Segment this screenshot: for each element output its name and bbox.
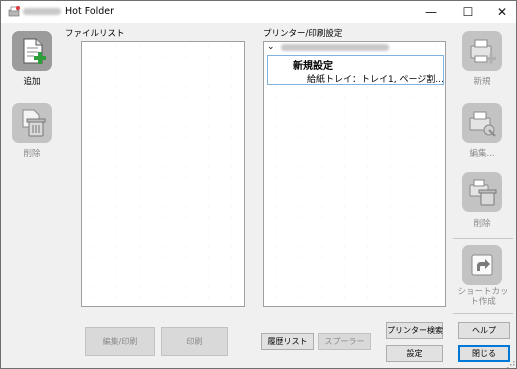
delete-printer-icon: [469, 179, 497, 206]
new-setting-label: 新規: [473, 77, 491, 87]
app-printer-icon: [8, 6, 20, 17]
right-toolbar-divider: [453, 238, 513, 239]
edit-setting-label: 編集...: [469, 149, 495, 159]
printer-settings-label: プリンター/印刷設定: [263, 29, 343, 39]
file-list-grid: [82, 42, 244, 306]
add-button[interactable]: [12, 31, 52, 71]
add-label: 追加: [23, 77, 41, 87]
help-button[interactable]: ヘルプ: [458, 322, 510, 339]
delete-file-label: 削除: [23, 149, 41, 159]
printer-name-blurred: [281, 44, 389, 51]
new-setting-button[interactable]: [462, 31, 502, 71]
file-list-box[interactable]: [81, 41, 245, 307]
create-shortcut-button[interactable]: [462, 245, 502, 285]
delete-file-button[interactable]: [12, 103, 52, 143]
app-name-blurred: [23, 8, 61, 15]
close-button[interactable]: 閉じる: [458, 345, 510, 362]
new-setting-detail: 給紙トレイ：トレイ1, ページ割...: [307, 75, 444, 85]
print-button[interactable]: 印刷: [161, 327, 228, 356]
resize-grip-icon[interactable]: [507, 359, 516, 368]
settings-button[interactable]: 設定: [386, 345, 443, 362]
new-setting-name: 新規設定: [293, 61, 333, 72]
delete-setting-label: 削除: [473, 219, 491, 229]
trash-icon: [22, 109, 46, 137]
printer-search-button[interactable]: プリンター検索: [386, 322, 443, 339]
maximize-button[interactable]: ☐: [451, 1, 485, 23]
file-list-label: ファイルリスト: [65, 29, 125, 39]
delete-setting-button[interactable]: [462, 172, 502, 212]
minimize-button[interactable]: —: [414, 1, 448, 23]
close-window-button[interactable]: ✕: [485, 1, 517, 23]
edit-setting-button[interactable]: [462, 103, 502, 143]
title-bar: Hot Folder — ☐ ✕: [1, 1, 516, 23]
shortcut-icon: [471, 254, 493, 276]
window-title: Hot Folder: [65, 6, 115, 17]
create-shortcut-label: ショートカット作成: [457, 287, 509, 307]
tree-expander-icon[interactable]: ⌄: [267, 42, 275, 52]
edit-printer-icon: [469, 111, 496, 137]
spooler-button[interactable]: スプーラー: [318, 333, 371, 350]
add-document-icon: [23, 38, 46, 64]
right-bottom-divider: [453, 313, 513, 314]
new-printer-icon: [470, 39, 496, 64]
hot-folder-window: Hot Folder — ☐ ✕ 追加 削除 ファイルリスト プリンター/印刷設…: [0, 0, 517, 369]
history-list-button[interactable]: 履歴リスト: [261, 333, 314, 350]
edit-print-button[interactable]: 編集/印刷: [85, 327, 155, 356]
